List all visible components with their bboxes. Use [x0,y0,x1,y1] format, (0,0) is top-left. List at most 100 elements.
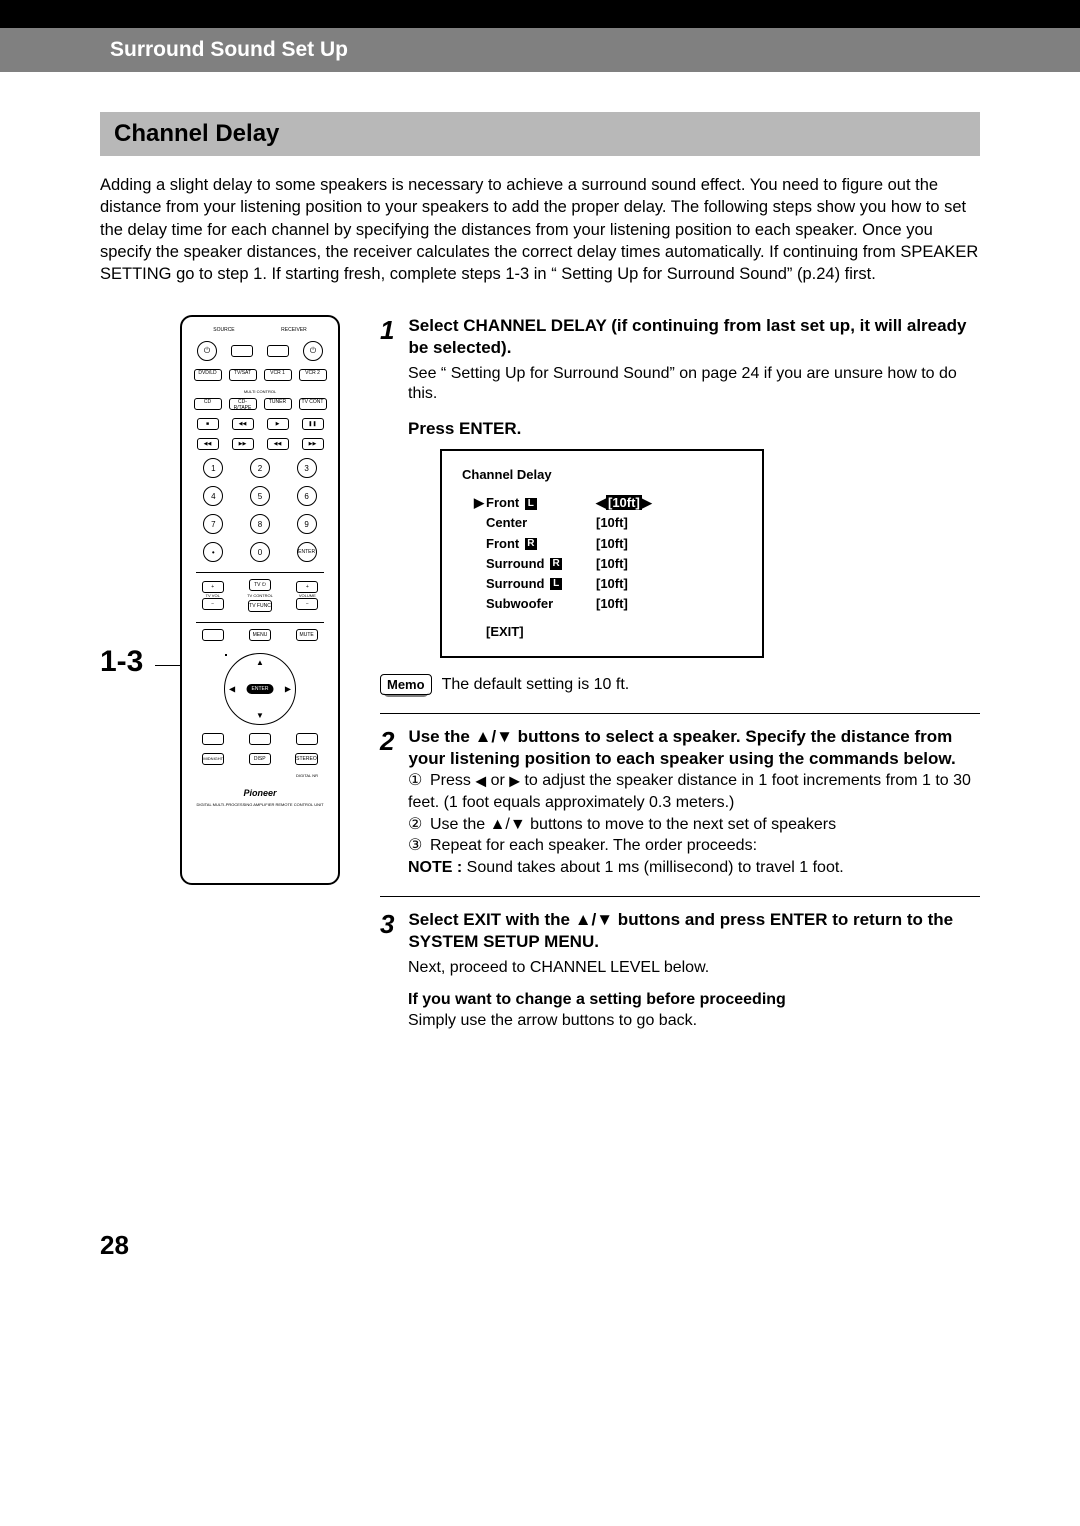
osd-channel-tag-icon: L [550,578,562,590]
remote-subtitle: DIGITAL MULTI-PROCESSING AMPLIFIER REMOT… [190,802,330,807]
step-divider-1 [380,713,980,714]
osd-value-text: [10ft] [596,576,628,591]
mute-button: MUTE [296,629,318,641]
dpad-ring: ENTER ▲ ▼ ◀ ▶ [224,653,296,725]
step-1-number: 1 [380,315,404,346]
divider-line [196,572,324,573]
step-2-sub1: ①Press ◀ or ▶ to adjust the speaker dist… [408,770,980,813]
step-2-sub2: ②Use the ▲/▼ buttons to move to the next… [408,814,980,836]
transport-play: ▶ [267,418,289,430]
osd-row-value: [10ft] [596,574,628,594]
transport-pause: ❚❚ [302,418,324,430]
enter-small: ENTER [297,542,317,562]
step-divider-2 [380,896,980,897]
num-0: 0 [250,542,270,562]
src-vcr1: VCR 1 [264,369,292,381]
step-3-body: Next, proceed to CHANNEL LEVEL below. [408,958,980,979]
multi-control-label: MULTI CONTROL [190,389,330,394]
osd-right-arrow-icon: ▶ [642,495,652,510]
src-cdr: CD-R/TAPE [229,398,257,410]
section-title: Channel Delay [100,112,980,156]
osd-row: Surround R[10ft] [474,554,742,574]
step-2-note: NOTE : Sound takes about 1 ms (milliseco… [408,857,980,879]
memo-text: The default setting is 10 ft. [442,676,630,694]
osd-channel-tag-icon: L [525,498,537,510]
s2s3: Repeat for each speaker. The order proce… [430,837,757,854]
remote-receiver-label: RECEIVER [281,327,307,333]
circled-1-icon: ① [408,770,430,792]
osd-value-text: [10ft] [596,556,628,571]
osd-row-pointer-icon: ▶ [474,493,486,513]
num-9: 9 [297,514,317,534]
press-enter-label: Press ENTER. [408,419,980,439]
osd-row: Front R[10ft] [474,534,742,554]
circled-2-icon: ② [408,814,430,836]
osd-value-text: [10ft] [596,536,628,551]
top-black-band [0,0,1080,28]
step-3-change-head: If you want to change a setting before p… [408,991,786,1008]
memo-badge: Memo [380,674,432,695]
num-8: 8 [250,514,270,534]
left-column: 1-3 SOURCE RECEIVER ⏻ ⏻ [100,315,350,1050]
vol-down: − [296,598,318,610]
transport-b: ▶▶ [232,438,254,450]
step-3-change: If you want to change a setting before p… [408,990,980,1032]
osd-row-pointer-icon [474,574,486,594]
osd-row-label: Surround R [486,554,596,574]
step-2: 2 Use the ▲/▼ buttons to select a speake… [380,726,980,878]
osd-channel-tag-icon: R [525,538,537,550]
step-3-change-body: Simply use the arrow buttons to go back. [408,1012,697,1029]
left-arrow-icon: ◀ [475,773,486,789]
input-button [267,345,289,357]
dpad-down-icon: ▼ [256,711,264,720]
osd-row-pointer-icon [474,554,486,574]
remote-small-a [202,629,224,641]
stereo-button: STEREO [295,753,318,765]
num-3: 3 [297,458,317,478]
step-3: 3 Select EXIT with the ▲/▼ buttons and p… [380,909,980,1032]
osd-exit: [EXIT] [486,622,742,642]
osd-rows: ▶Front L◀[10ft]▶Center[10ft]Front R[10ft… [462,493,742,614]
note-text: Sound takes about 1 ms (millisecond) to … [462,859,844,876]
osd-row-value: [10ft] [596,554,628,574]
num-2: 2 [250,458,270,478]
src-vcr2: VCR 2 [299,369,327,381]
osd-value-text: [10ft] [596,515,628,530]
disp-button: DISP [249,753,271,765]
circled-3-icon: ③ [408,835,430,857]
remote-source-label: SOURCE [213,327,234,333]
memo-row: Memo The default setting is 10 ft. [380,674,980,695]
step-callout-label: 1-3 [100,645,143,679]
osd-row-value: [10ft] [596,594,628,614]
transport-c: ◀◀ [267,438,289,450]
src-tvsat: TV/SAT [229,369,257,381]
num-4: 4 [203,486,223,506]
osd-row: Subwoofer[10ft] [474,594,742,614]
tvfunc-button: TV FUNC [248,600,272,612]
multi-jog-button [231,345,253,357]
osd-row-pointer-icon [474,534,486,554]
osd-row-pointer-icon [474,513,486,533]
tv-power: TV ⏻ [249,579,271,591]
osd-channel-tag-icon: R [550,558,562,570]
step-2-sub3: ③Repeat for each speaker. The order proc… [408,835,980,857]
note-label: NOTE : [408,859,462,876]
content-area: Channel Delay Adding a slight delay to s… [0,72,1080,1070]
osd-row-pointer-icon [474,594,486,614]
step-2-heading: Use the ▲/▼ buttons to select a speaker.… [408,726,978,770]
s2s1a: Press [430,772,475,789]
remote-brand-logo: Pioneer [190,788,330,798]
tvcontrol-label: TV CONTROL [247,593,273,598]
src-cd: CD [194,398,222,410]
osd-row-label: Surround L [486,574,596,594]
osd-row: ▶Front L◀[10ft]▶ [474,493,742,513]
num-7: 7 [203,514,223,534]
power-receiver-button: ⏻ [303,341,323,361]
remote-control-illustration: SOURCE RECEIVER ⏻ ⏻ DVD/LD TV/SAT [180,315,340,885]
right-arrow-icon: ▶ [509,773,520,789]
vol-up: + [296,581,318,593]
remote-small-b [202,733,224,745]
num-6: 6 [297,486,317,506]
page-number: 28 [100,1230,129,1260]
osd-channel-delay: Channel Delay ▶Front L◀[10ft]▶Center[10f… [440,449,764,658]
